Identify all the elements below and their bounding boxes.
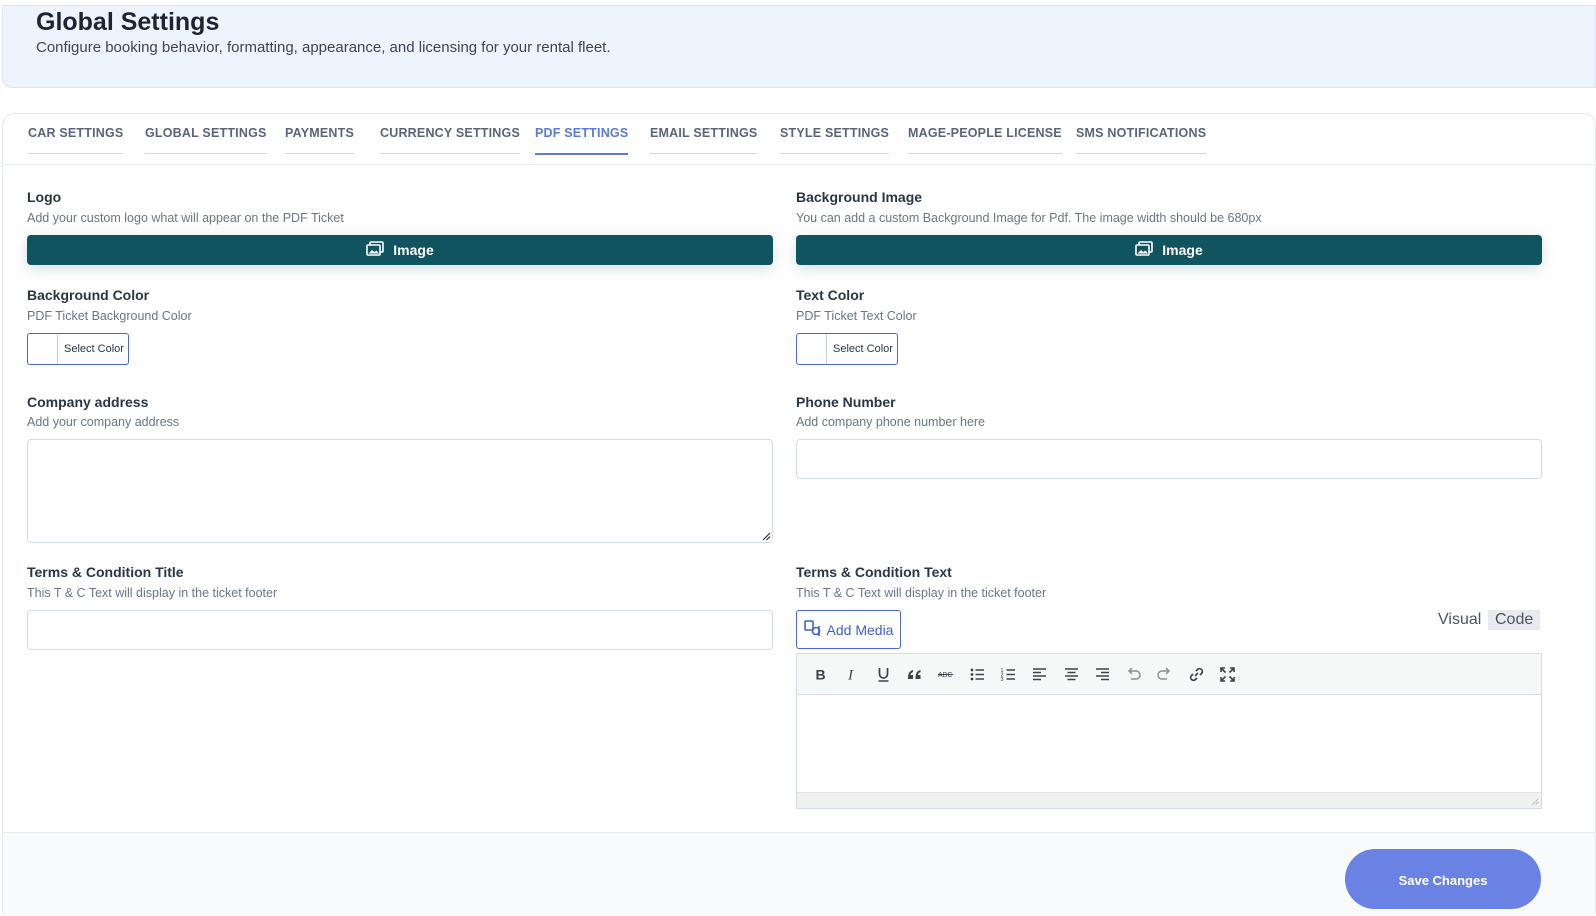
tc-text-description: This T & C Text will display in the tick… [796,586,1047,600]
tab-style-settings[interactable]: STYLE SETTINGS [780,126,890,154]
tab-car-settings[interactable]: CAR SETTINGS [28,126,124,154]
bg-color-label: Background Color [27,287,150,303]
bold-icon[interactable]: B [805,659,836,689]
text-color-description: PDF Ticket Text Color [796,309,917,323]
text-color-picker[interactable]: Select Color [796,333,898,365]
add-media-icon [803,619,821,640]
page-subtitle: Configure booking behavior, formatting, … [36,39,611,56]
editor-toolbar: B I ABC 123 [797,654,1541,695]
company-address-textarea[interactable] [27,439,773,543]
bg-image-button-label: Image [1162,242,1203,258]
logo-image-button-label: Image [393,242,434,258]
company-address-description: Add your company address [27,415,180,429]
color-swatch [28,334,58,364]
tab-pdf-settings[interactable]: PDF SETTINGS [535,126,629,155]
image-icon [366,240,385,260]
svg-text:I: I [847,667,854,683]
link-icon[interactable] [1181,659,1212,689]
blockquote-icon[interactable] [899,659,930,689]
editor-content-area[interactable] [797,695,1541,793]
redo-icon[interactable] [1149,659,1180,689]
strikethrough-icon[interactable]: ABC [930,659,961,689]
tc-text-editor: B I ABC 123 [796,653,1542,809]
add-media-label: Add Media [826,621,894,638]
settings-card: CAR SETTINGS GLOBAL SETTINGS PAYMENTS CU… [2,113,1596,916]
text-color-picker-label: Select Color [833,343,893,355]
logo-description: Add your custom logo what will appear on… [27,211,344,225]
bg-color-picker-label: Select Color [64,343,124,355]
page-header: Global Settings Configure booking behavi… [2,5,1596,88]
tab-currency-settings[interactable]: CURRENCY SETTINGS [380,126,520,154]
resize-handle-icon[interactable] [762,532,771,541]
svg-text:3: 3 [1000,677,1003,683]
fullscreen-icon[interactable] [1212,659,1243,689]
editor-visual-tab[interactable]: Visual [1431,610,1488,630]
bg-color-description: PDF Ticket Background Color [27,309,192,323]
underline-icon[interactable] [868,659,899,689]
svg-text:B: B [816,666,826,682]
logo-image-button[interactable]: Image [27,235,773,265]
image-icon [1135,240,1154,260]
tc-title-description: This T & C Text will display in the tick… [27,586,278,600]
italic-icon[interactable]: I [836,659,867,689]
color-swatch [797,334,827,364]
phone-number-label: Phone Number [796,394,896,410]
align-right-icon[interactable] [1087,659,1118,689]
phone-number-description: Add company phone number here [796,415,986,429]
bg-image-label: Background Image [796,189,923,205]
save-changes-button[interactable]: Save Changes [1345,849,1541,909]
tab-email-settings[interactable]: EMAIL SETTINGS [650,126,758,154]
page-title: Global Settings [36,8,220,36]
tc-title-input[interactable] [27,610,773,650]
company-address-label: Company address [27,394,149,410]
tab-payments[interactable]: PAYMENTS [285,126,354,154]
undo-icon[interactable] [1118,659,1149,689]
bg-image-button[interactable]: Image [796,235,1542,265]
settings-tabs: CAR SETTINGS GLOBAL SETTINGS PAYMENTS CU… [3,114,1595,165]
bg-image-description: You can add a custom Background Image fo… [796,211,1262,225]
svg-text:ABC: ABC [938,672,952,679]
editor-status-bar [797,792,1541,808]
logo-label: Logo [27,189,62,205]
bg-color-picker[interactable]: Select Color [27,333,129,365]
tc-title-label: Terms & Condition Title [27,564,184,580]
text-color-label: Text Color [796,287,865,303]
phone-number-input[interactable] [796,439,1542,479]
align-left-icon[interactable] [1024,659,1055,689]
editor-code-tab[interactable]: Code [1488,610,1541,630]
tab-mage-people-license[interactable]: MAGE-PEOPLE LICENSE [908,126,1062,154]
align-center-icon[interactable] [1055,659,1086,689]
bullet-list-icon[interactable] [961,659,992,689]
tc-text-label: Terms & Condition Text [796,564,952,580]
add-media-button[interactable]: Add Media [796,610,901,649]
tab-global-settings[interactable]: GLOBAL SETTINGS [145,126,267,154]
numbered-list-icon[interactable]: 123 [993,659,1024,689]
tab-sms-notifications[interactable]: SMS NOTIFICATIONS [1076,126,1207,154]
editor-resize-icon[interactable] [1529,796,1539,806]
